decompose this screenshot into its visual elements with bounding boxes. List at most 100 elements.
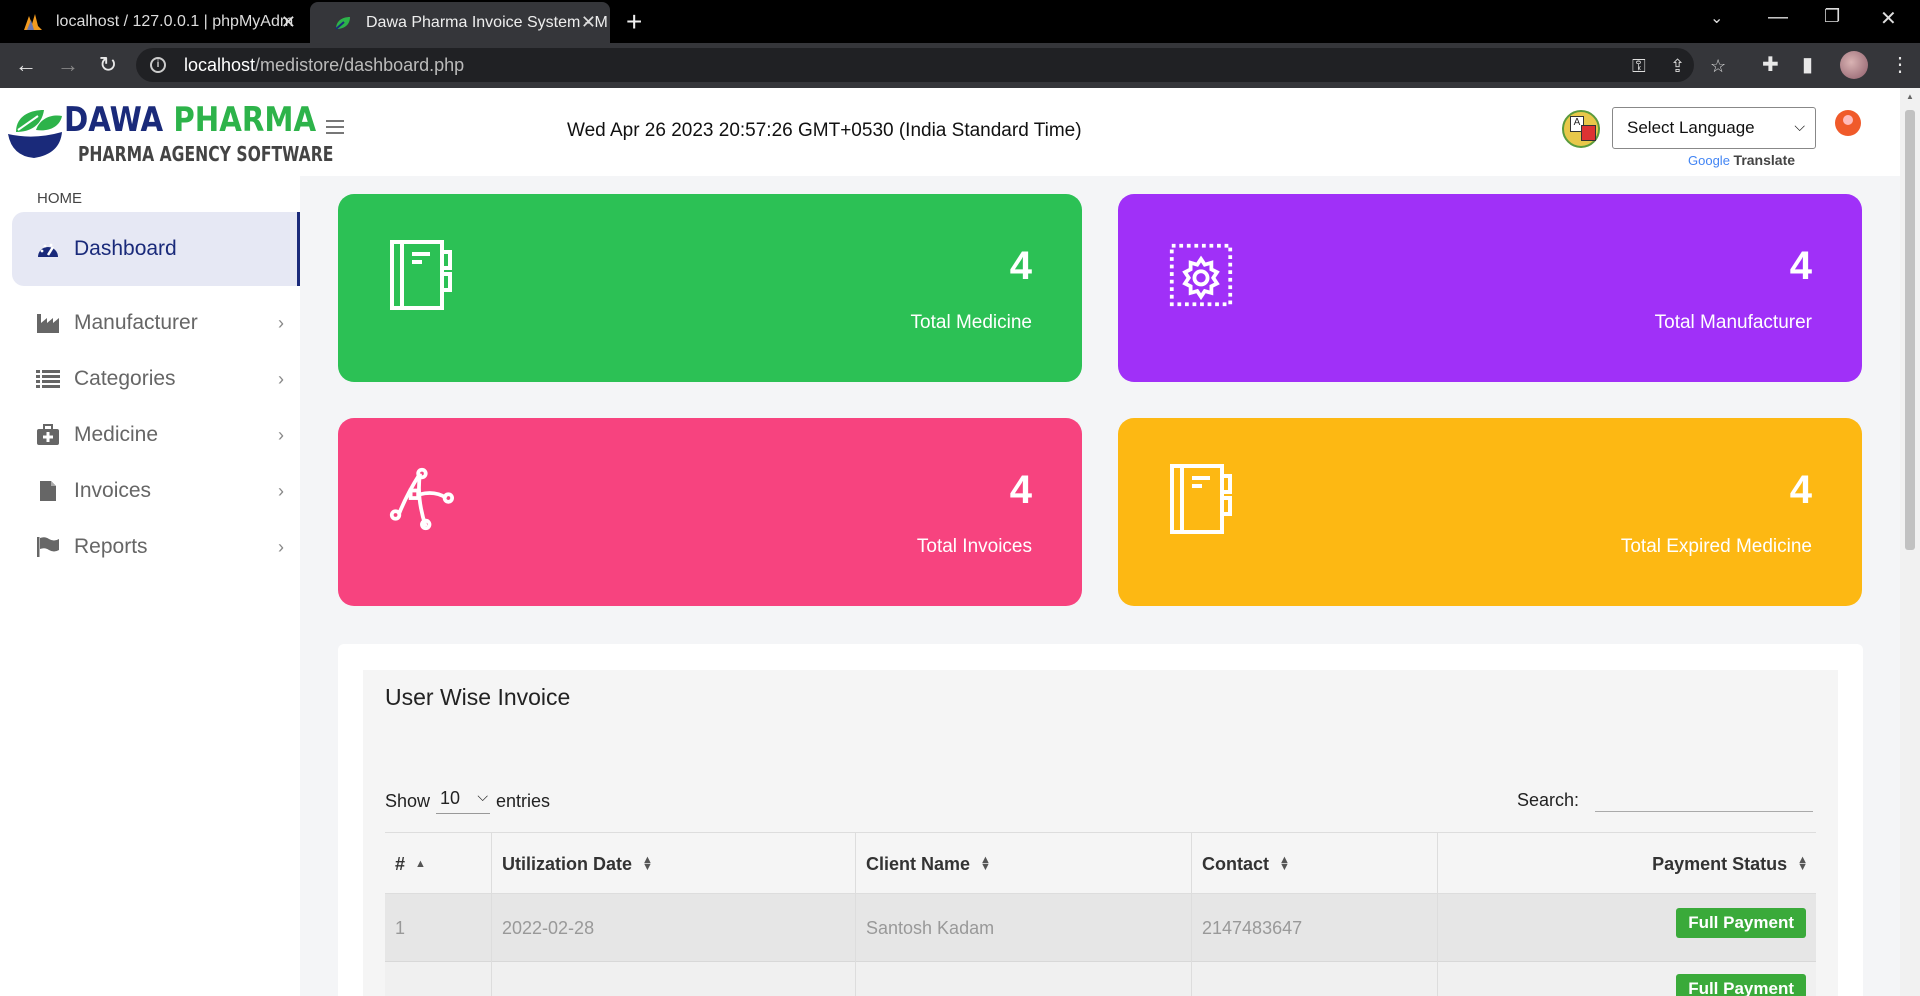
sort-icon: ▲ ▼ [1797, 854, 1808, 873]
language-select[interactable]: Select Language ⌵ [1612, 107, 1816, 149]
browser-address-bar: ← → ↻ i localhost/medistore/dashboard.ph… [0, 43, 1920, 88]
sort-icon: ▲ ▼ [980, 854, 991, 873]
stat-value: 4 [1789, 468, 1812, 512]
cell-contact [1191, 962, 1437, 996]
cell-id [385, 962, 491, 996]
cell-contact: 2147483647 [1191, 894, 1437, 962]
sort-icon: ▲ ▼ [1279, 854, 1290, 873]
extensions-puzzle-icon[interactable]: ✚ [1762, 52, 1779, 77]
chevron-right-icon: › [278, 424, 284, 445]
browser-profile-avatar[interactable] [1840, 51, 1868, 79]
brand-subtitle: PHARMA AGENCY SOFTWARE [78, 142, 334, 166]
cell-date [491, 962, 855, 996]
browser-tab-phpmyadmin[interactable]: localhost / 127.0.0.1 | phpMyAdm ✕ [0, 0, 310, 43]
vector-path-icon [389, 467, 454, 531]
tab-title: Dawa Pharma Invoice System - M [366, 13, 608, 31]
sidebar: HOME Dashboard Manufacturer › Categories… [0, 176, 300, 996]
key-icon[interactable]: ⚿ [1632, 56, 1646, 77]
sidebar-toggle-hamburger-icon[interactable] [326, 120, 344, 134]
close-tab-icon[interactable]: ✕ [581, 12, 596, 33]
entries-select-value: 10 [440, 788, 461, 808]
column-label: Payment Status [1652, 853, 1788, 874]
stat-label: Total Manufacturer [1654, 312, 1812, 333]
url-text[interactable]: localhost/medistore/dashboard.php [184, 55, 464, 76]
table-row[interactable]: Full Payment [385, 962, 1816, 996]
table-header: # ▲ Utilization Date ▲ ▼ Client Name ▲ ▼ Cont… [385, 832, 1816, 895]
column-label: Utilization Date [502, 853, 633, 874]
mortar-leaf-logo-icon [8, 110, 62, 158]
stat-label: Total Medicine [910, 312, 1032, 333]
brand-logo[interactable]: DAWA PHARMA PHARMA AGENCY SOFTWARE [4, 98, 333, 168]
brand-title-a: DAWA [64, 100, 174, 140]
column-header-utilization-date[interactable]: Utilization Date ▲ ▼ [491, 833, 855, 895]
sidebar-item-label: Dashboard [74, 237, 177, 260]
sidebar-item-dashboard[interactable]: Dashboard [12, 212, 300, 286]
close-tab-icon[interactable]: ✕ [281, 12, 296, 33]
table-search-input[interactable] [1595, 782, 1813, 812]
url-host: localhost [184, 54, 256, 75]
sidebar-item-label: Categories [74, 367, 176, 390]
stat-value: 4 [1009, 468, 1032, 512]
user-avatar[interactable] [1835, 110, 1861, 136]
scrollbar-thumb[interactable] [1905, 110, 1915, 550]
stat-label: Total Expired Medicine [1620, 536, 1812, 557]
page-scrollbar[interactable]: ▲ [1900, 88, 1920, 996]
browser-tab-dawa-pharma[interactable]: Dawa Pharma Invoice System - M ✕ [310, 2, 610, 43]
new-tab-plus-icon[interactable]: + [626, 6, 642, 38]
bookmark-star-icon[interactable]: ☆ [1710, 56, 1726, 77]
site-info-icon[interactable]: i [150, 57, 166, 73]
minimize-icon[interactable]: — [1768, 6, 1788, 29]
table-row[interactable]: 1 2022-02-28 Santosh Kadam 2147483647 Fu… [385, 894, 1816, 962]
column-label: Client Name [866, 853, 971, 874]
sidebar-item-label: Medicine [74, 423, 159, 446]
reload-icon[interactable]: ↻ [94, 51, 122, 79]
chevron-right-icon: › [278, 368, 284, 389]
browser-menu-icon[interactable]: ⋮ [1890, 52, 1910, 77]
side-panel-icon[interactable]: ▮ [1802, 52, 1813, 77]
url-omnibox[interactable]: i localhost/medistore/dashboard.php ⚿ ⇪ … [136, 48, 1726, 82]
app-header: DAWA PHARMA PHARMA AGENCY SOFTWARE Wed A… [0, 88, 1900, 176]
cell-date: 2022-02-28 [491, 894, 855, 962]
sidebar-item-reports[interactable]: Reports › [12, 510, 300, 584]
column-header-contact[interactable]: Contact ▲ ▼ [1191, 833, 1437, 895]
chevron-right-icon: › [278, 536, 284, 557]
stat-card-total-expired-medicine[interactable]: 4 Total Expired Medicine [1118, 418, 1862, 606]
page-viewport: DAWA PHARMA PHARMA AGENCY SOFTWARE Wed A… [0, 88, 1920, 996]
sidebar-section-home: HOME [37, 190, 82, 207]
leaf-favicon-icon [335, 16, 350, 30]
column-header-client-name[interactable]: Client Name ▲ ▼ [855, 833, 1191, 895]
close-window-icon[interactable]: ✕ [1880, 6, 1897, 31]
stat-card-total-invoices[interactable]: 4 Total Invoices [338, 418, 1082, 606]
url-path: /medistore/dashboard.php [255, 54, 465, 75]
column-label: Contact [1202, 853, 1269, 874]
column-label: # [395, 853, 406, 874]
panel-title: User Wise Invoice [385, 684, 571, 710]
entries-select[interactable]: 10 ⌵ [436, 788, 491, 814]
stat-card-total-manufacturer[interactable]: 4 Total Manufacturer [1118, 194, 1862, 382]
stat-value: 4 [1789, 244, 1812, 288]
notebook-icon [1170, 464, 1232, 534]
share-icon[interactable]: ⇪ [1670, 56, 1685, 77]
cell-id: 1 [395, 917, 406, 938]
column-header-payment-status[interactable]: Payment Status ▲ ▼ [1437, 833, 1816, 895]
restore-window-icon[interactable]: ❐ [1824, 6, 1840, 27]
tab-search-chevron-icon[interactable]: ⌄ [1710, 8, 1723, 28]
cell-status: Full Payment [1437, 962, 1816, 996]
stat-card-total-medicine[interactable]: 4 Total Medicine [338, 194, 1082, 382]
status-badge: Full Payment [1676, 974, 1806, 996]
chevron-down-icon: ⌵ [477, 788, 489, 804]
gear-frame-icon [1169, 243, 1233, 307]
forward-arrow-icon[interactable]: → [54, 51, 82, 79]
column-header-id[interactable]: # ▲ [385, 833, 491, 895]
google-translate-credit: Google Translate [1688, 152, 1795, 168]
list-icon [36, 368, 60, 390]
current-datetime: Wed Apr 26 2023 20:57:26 GMT+0530 (India… [567, 120, 1082, 141]
brand-title-b: PHARMA [173, 100, 317, 140]
tab-title: localhost / 127.0.0.1 | phpMyAdm [56, 12, 294, 30]
back-arrow-icon[interactable]: ← [12, 51, 40, 79]
stat-value: 4 [1009, 244, 1032, 288]
sidebar-item-label: Manufacturer [74, 311, 198, 334]
scroll-up-arrow-icon[interactable]: ▲ [1906, 92, 1914, 101]
file-icon [36, 480, 60, 502]
language-select-value: Select Language [1627, 118, 1755, 137]
